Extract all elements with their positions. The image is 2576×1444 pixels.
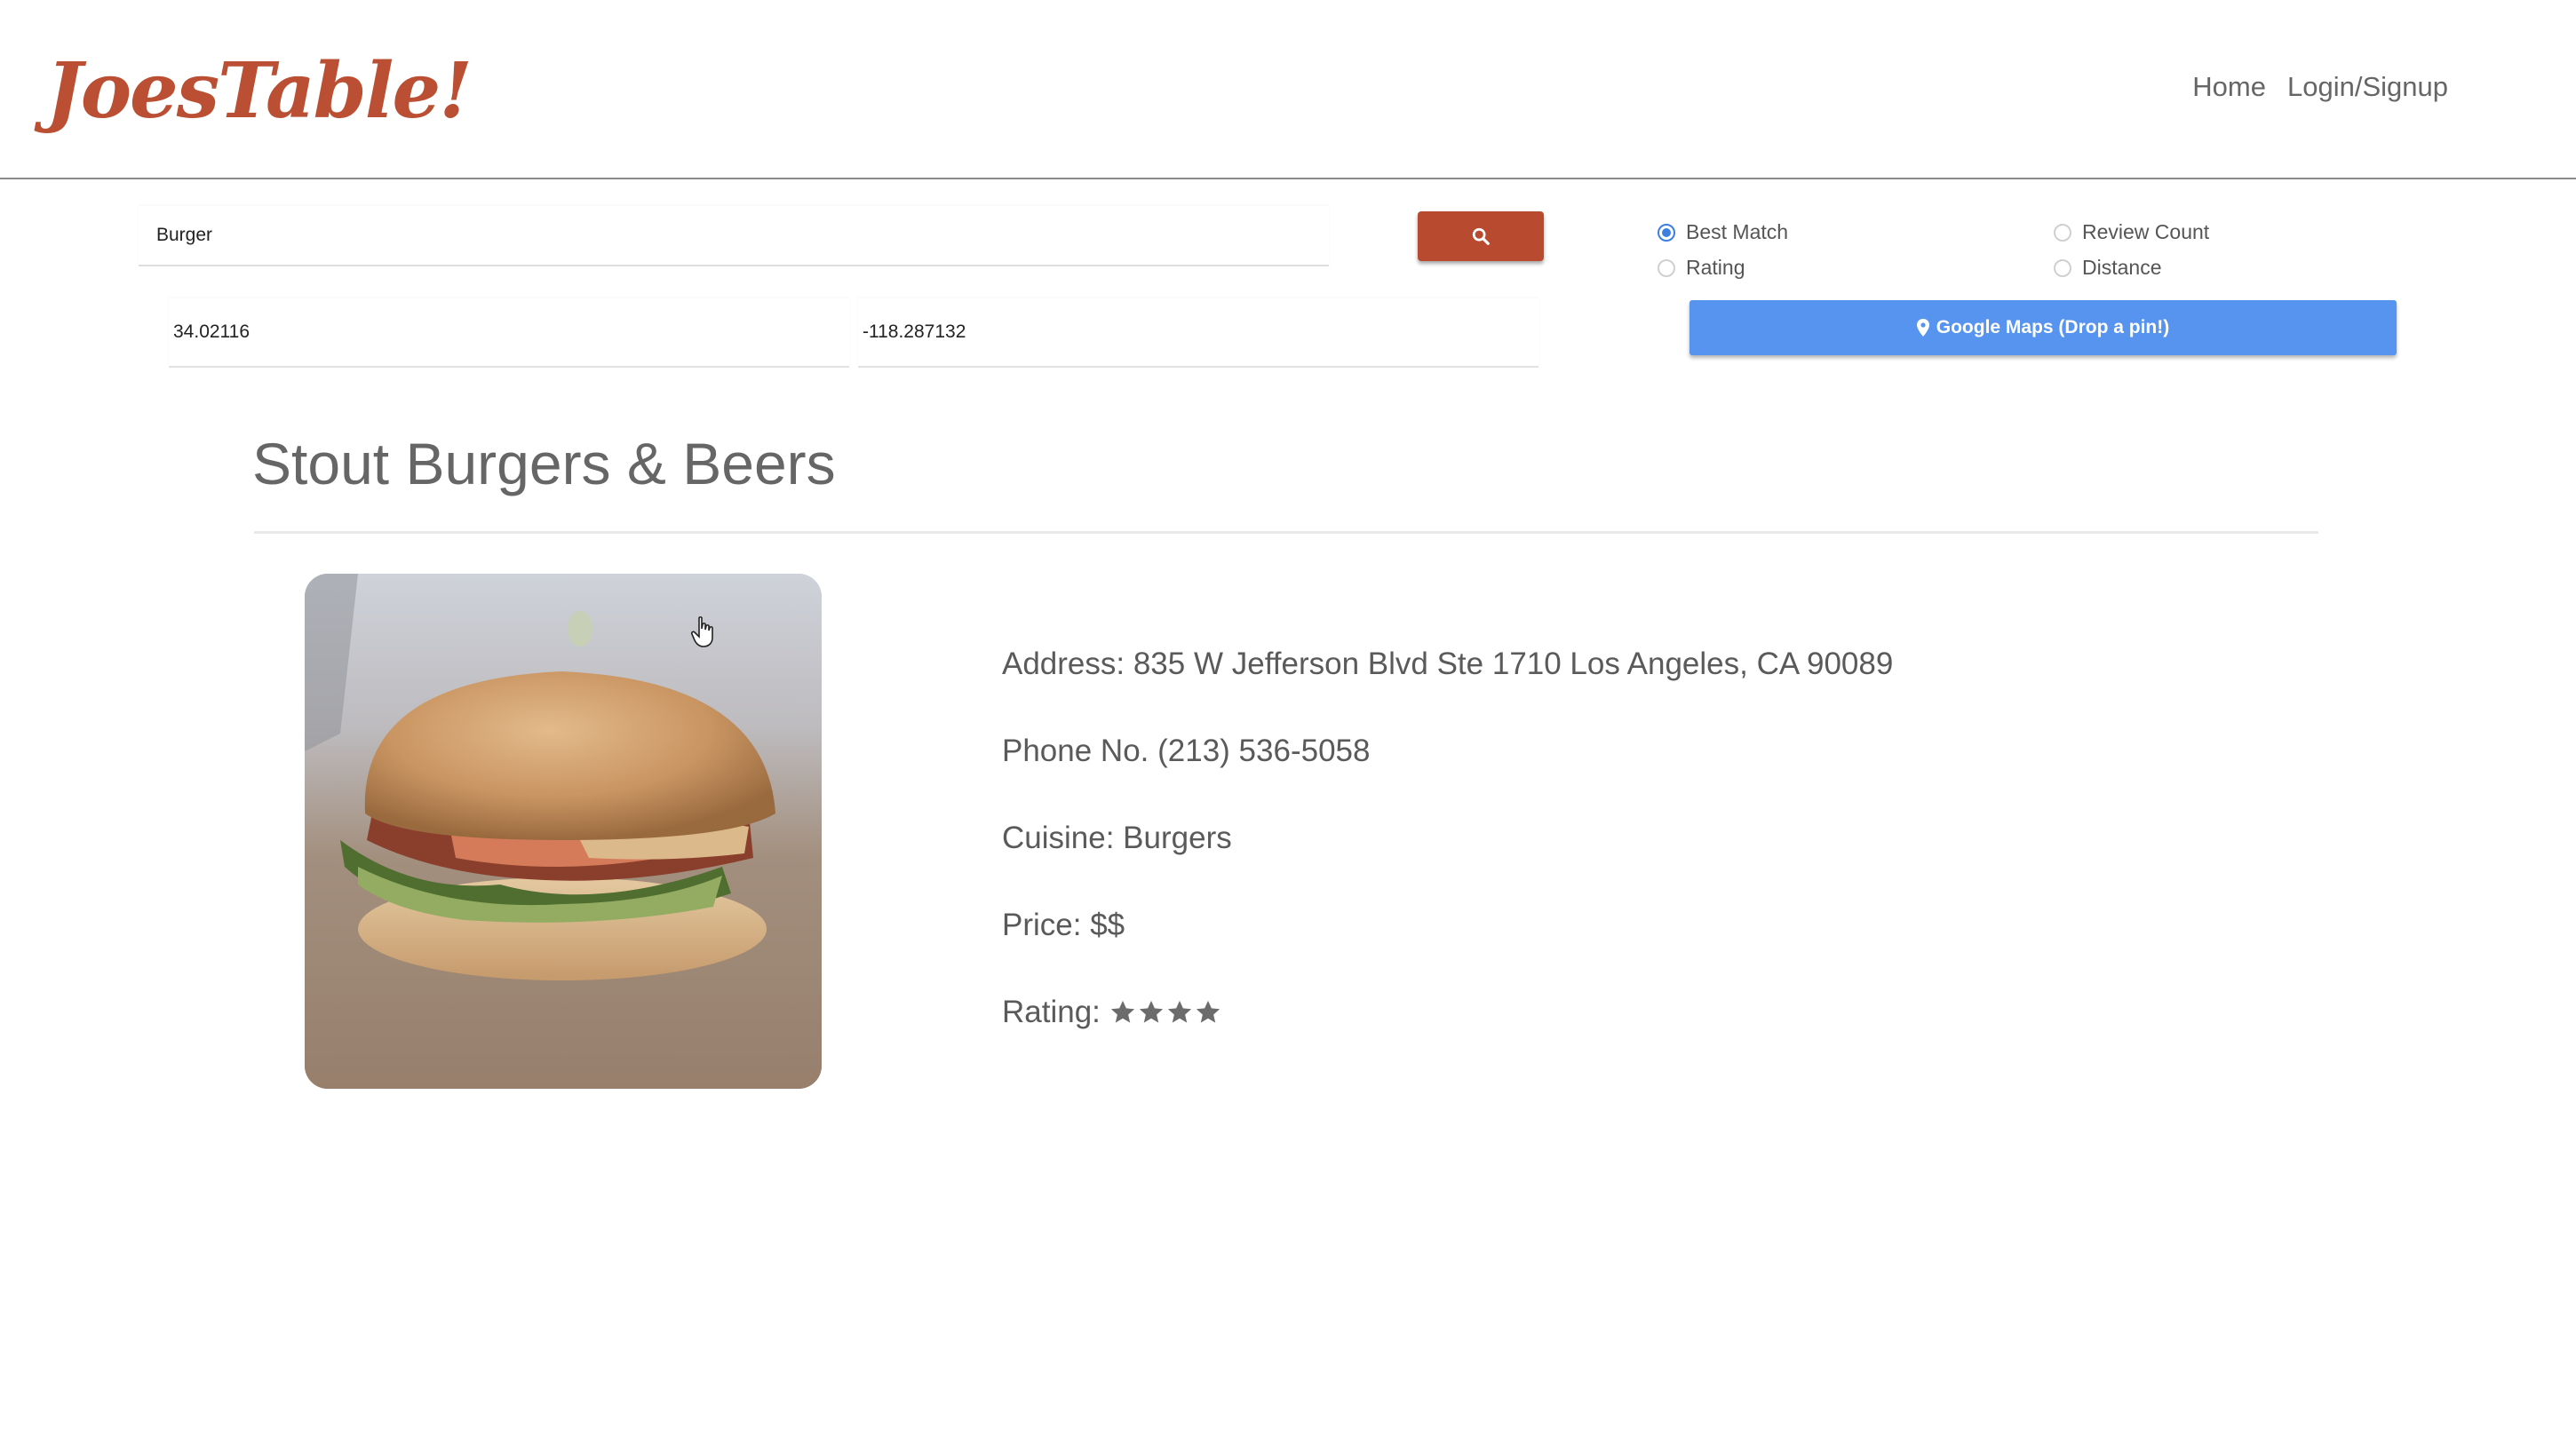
hand-cursor-icon (691, 616, 713, 647)
restaurant-rating: Rating: (1002, 995, 1221, 1030)
restaurant-address: Address: 835 W Jefferson Blvd Ste 1710 L… (1002, 647, 1894, 681)
search-input[interactable] (139, 206, 1329, 266)
divider (254, 531, 2318, 534)
sort-rating-option[interactable]: Rating (1658, 256, 1745, 280)
sort-rating-label: Rating (1686, 256, 1745, 279)
radio-distance[interactable] (2054, 258, 2071, 277)
star-icon (1167, 1000, 1192, 1023)
sort-review-count-option[interactable]: Review Count (2054, 220, 2209, 244)
star-icon (1196, 1000, 1220, 1023)
nav-home-link[interactable]: Home (2192, 71, 2266, 103)
google-maps-button[interactable]: Google Maps (Drop a pin!) (1690, 300, 2397, 355)
burger-photo (305, 574, 822, 1089)
latitude-input[interactable] (169, 298, 849, 368)
google-maps-button-label: Google Maps (Drop a pin!) (1936, 317, 2170, 337)
restaurant-photo (305, 574, 822, 1089)
sort-best-match-option[interactable]: Best Match (1658, 220, 1788, 244)
radio-rating[interactable] (1658, 258, 1675, 277)
restaurant-phone: Phone No. (213) 536-5058 (1002, 734, 1371, 768)
star-icon (1110, 1000, 1135, 1023)
sort-distance-option[interactable]: Distance (2054, 256, 2161, 280)
restaurant-price: Price: $$ (1002, 908, 1125, 942)
search-icon (1472, 227, 1490, 245)
rating-stars (1109, 999, 1221, 1026)
restaurant-name: Stout Burgers & Beers (252, 431, 836, 496)
star-icon (1139, 1000, 1164, 1023)
header: JoesTable! Home Login/Signup (0, 0, 2576, 179)
nav-bar: Home Login/Signup (2192, 71, 2448, 103)
search-button[interactable] (1418, 211, 1544, 261)
logo[interactable]: JoesTable! (46, 46, 473, 136)
sort-best-match-label: Best Match (1686, 220, 1789, 243)
sort-distance-label: Distance (2082, 256, 2162, 279)
rating-label: Rating: (1002, 995, 1101, 1029)
sort-review-count-label: Review Count (2082, 220, 2210, 243)
longitude-input[interactable] (858, 298, 1538, 368)
radio-best-match[interactable] (1658, 223, 1675, 242)
restaurant-cuisine: Cuisine: Burgers (1002, 821, 1232, 855)
map-marker-icon (1916, 319, 1929, 337)
nav-login-link[interactable]: Login/Signup (2287, 71, 2448, 103)
radio-review-count[interactable] (2054, 223, 2071, 242)
